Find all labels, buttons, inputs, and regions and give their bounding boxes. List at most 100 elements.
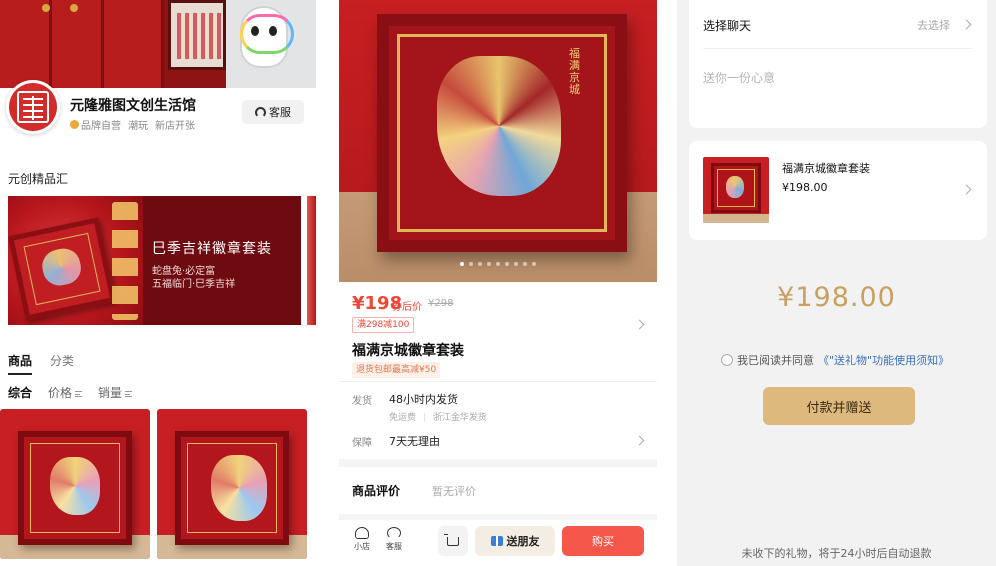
hero-door-right <box>104 0 164 88</box>
agreement-link[interactable]: 《"送礼物"功能使用须知》 <box>818 352 949 368</box>
store-logo[interactable] <box>6 80 60 134</box>
hero-window <box>168 0 226 70</box>
guarantee-label: 保障 <box>352 438 372 449</box>
shop-label: 小店 <box>354 542 370 551</box>
chevron-right-icon[interactable] <box>634 435 645 446</box>
banner-frame-art <box>8 217 116 321</box>
cart-icon <box>444 533 459 546</box>
gift-item-price: ¥198.00 <box>782 181 828 194</box>
gift-item-name: 福满京城徽章套装 <box>782 162 870 175</box>
product-card-image <box>175 431 289 545</box>
headset-icon <box>255 106 266 118</box>
divider <box>339 381 657 382</box>
gift-total-price: ¥198.00 <box>777 282 896 313</box>
choose-chat-button[interactable]: 去选择 <box>917 17 950 33</box>
separator: | <box>422 413 426 423</box>
fu-art <box>50 457 100 515</box>
shipping-label: 发货 <box>352 396 372 407</box>
divider <box>703 48 973 49</box>
store-hero-image <box>0 0 316 88</box>
original-price: ¥298 <box>428 298 454 309</box>
shipping-origin: 浙江金华发货 <box>432 413 487 423</box>
hero-door-knob <box>42 4 50 12</box>
hero-door-knob <box>70 4 78 12</box>
carousel-dot[interactable] <box>514 262 518 266</box>
section-gap <box>339 459 657 467</box>
agreement-row: 我已阅读并同意 《"送礼物"功能使用须知》 <box>721 352 949 368</box>
sort-sales[interactable]: 销量 <box>98 384 133 401</box>
choose-chat-label: 选择聊天 <box>703 19 752 33</box>
sort-icon <box>75 390 83 397</box>
add-to-cart-button[interactable] <box>438 526 468 556</box>
hero-door-left <box>0 0 52 88</box>
buy-button[interactable]: 购买 <box>562 526 644 556</box>
fu-art <box>211 455 267 521</box>
store-panel: 元隆雅图文创生活馆 品牌自营 潮玩 新店开张 客服 元创精品汇 巳季吉祥徽章套装… <box>0 0 316 566</box>
gift-message-input[interactable]: 送你一份心意 <box>703 69 775 86</box>
return-tag: 退货包邮最高减¥50 <box>352 362 441 378</box>
reviews-title[interactable]: 商品评价 <box>352 482 400 499</box>
service-button[interactable]: 客服 <box>379 527 409 552</box>
banner-calligraphy-art <box>112 202 138 320</box>
product-title: 福满京城徽章套装 <box>352 343 464 359</box>
chevron-right-icon[interactable] <box>634 319 645 330</box>
gift-checkout-panel: 选择聊天 去选择 送你一份心意 福满京城徽章套装 ¥198.00 ¥198.00… <box>677 0 996 566</box>
hero-door-middle <box>52 0 104 88</box>
sort-icon <box>125 390 133 397</box>
product-card[interactable] <box>157 409 307 559</box>
price-label: 券后价 <box>392 302 422 313</box>
carousel-dot[interactable] <box>532 262 536 266</box>
service-label: 客服 <box>386 542 402 551</box>
shipping-fee: 免运费 <box>389 413 417 423</box>
fu-art <box>437 56 561 196</box>
tab-products[interactable]: 商品 <box>8 352 33 375</box>
carousel-indicator <box>339 262 657 266</box>
carousel-dot[interactable] <box>487 262 491 266</box>
gift-item-thumbnail <box>703 157 769 223</box>
store-service-label: 客服 <box>269 106 291 119</box>
tab-categories[interactable]: 分类 <box>50 352 74 369</box>
store-tag: 新店开张 <box>155 121 195 132</box>
brand-badge-icon <box>70 120 79 129</box>
reviews-empty: 暂无评价 <box>432 485 476 498</box>
gift-icon <box>490 536 503 546</box>
banner-product-image <box>8 196 143 325</box>
pay-and-send-button[interactable]: 付款并赠送 <box>763 387 915 425</box>
product-detail-panel: 福满京城 ¥198 券后价 ¥298 满298减100 福满京城徽章套装 退货包… <box>339 0 657 566</box>
carousel-dot[interactable] <box>496 262 500 266</box>
banner-title: 巳季吉祥徽章套装 <box>152 241 272 257</box>
carousel-dot[interactable] <box>478 262 482 266</box>
seal-icon <box>17 91 49 123</box>
carousel-dot[interactable] <box>469 262 473 266</box>
promo-banner[interactable] <box>8 196 301 325</box>
product-card[interactable] <box>0 409 150 559</box>
carousel-dot[interactable] <box>505 262 509 266</box>
agreement-radio[interactable] <box>721 354 733 366</box>
store-tags: 品牌自营 潮玩 新店开张 <box>70 117 195 132</box>
shop-icon <box>355 527 369 539</box>
section-title: 元创精品汇 <box>8 172 69 186</box>
store-tag-brand: 品牌自营 <box>70 117 121 132</box>
store-name[interactable]: 元隆雅图文创生活馆 <box>70 95 196 115</box>
agreement-text: 我已阅读并同意 <box>737 354 814 367</box>
shipping-details: 免运费 | 浙江金华发货 <box>389 410 487 423</box>
sort-price[interactable]: 价格 <box>48 384 83 401</box>
send-friend-button[interactable]: 送朋友 <box>475 526 555 556</box>
next-banner-peek[interactable] <box>307 196 316 325</box>
thumbnail-table <box>703 214 769 223</box>
panda-mascot <box>240 6 294 68</box>
store-tag: 潮玩 <box>128 121 148 132</box>
store-service-button[interactable]: 客服 <box>242 100 304 124</box>
product-main-image[interactable]: 福满京城 <box>339 0 657 282</box>
product-card-image <box>18 431 132 545</box>
shipping-value: 48小时内发货 <box>389 393 458 406</box>
carousel-dot[interactable] <box>523 262 527 266</box>
guarantee-value[interactable]: 7天无理由 <box>389 433 440 449</box>
image-caption: 福满京城 <box>569 47 580 96</box>
shop-button[interactable]: 小店 <box>347 527 377 552</box>
sort-bar: 综合 价格 销量 <box>8 384 133 401</box>
sort-overall[interactable]: 综合 <box>8 384 32 401</box>
coupon-tag[interactable]: 满298减100 <box>352 317 415 333</box>
store-logo-seal <box>9 83 57 131</box>
carousel-dot[interactable] <box>460 262 464 266</box>
